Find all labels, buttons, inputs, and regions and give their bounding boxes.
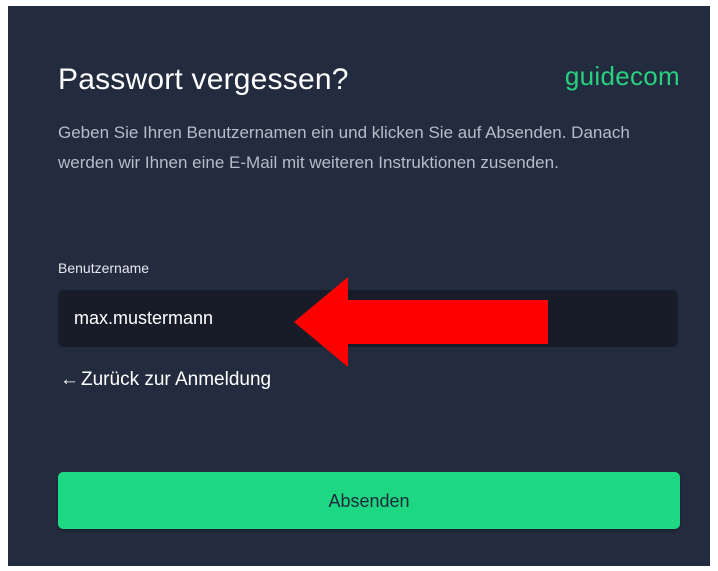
back-to-login-label: Zurück zur Anmeldung (81, 369, 272, 390)
guidecom-logo: guidecom (564, 61, 680, 91)
submit-button[interactable]: Absenden (58, 472, 680, 529)
instructions-text: Geben Sie Ihren Benutzernamen ein und kl… (58, 123, 630, 172)
username-value: max.mustermann (74, 308, 214, 328)
red-arrow-shape (294, 277, 548, 367)
red-arrow-icon (294, 277, 548, 367)
back-to-login-link[interactable]: ← Zurück zur Anmeldung (60, 368, 271, 392)
forgot-password-panel: Passwort vergessen? guidecom Geben Sie I… (8, 6, 710, 566)
page-title: Passwort vergessen? (58, 63, 349, 96)
arrow-left-icon: ← (60, 369, 79, 390)
username-label: Benutzername (58, 260, 150, 276)
